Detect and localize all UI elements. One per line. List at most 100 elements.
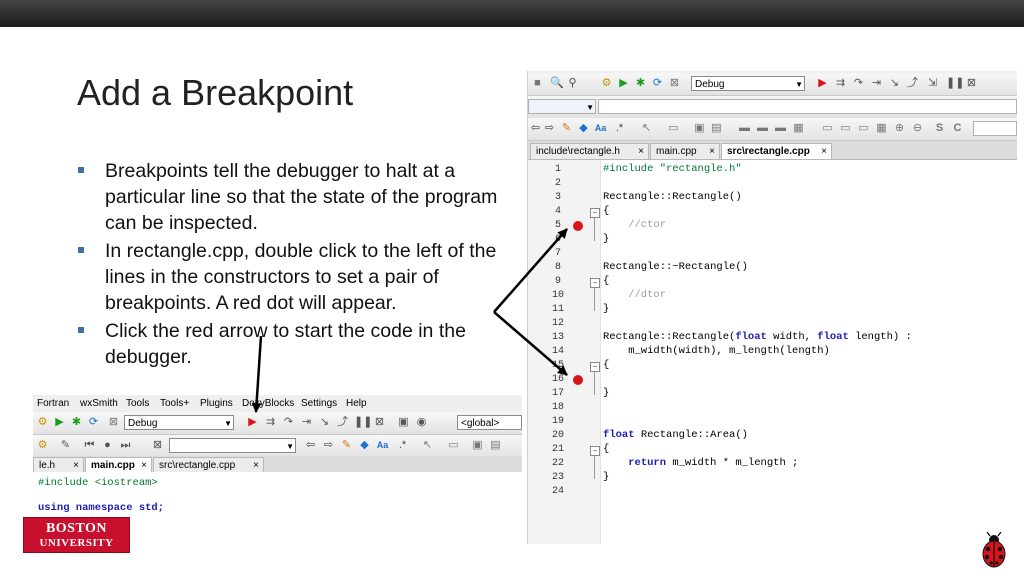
- abort-icon[interactable]: ⊠: [668, 77, 681, 90]
- line-number[interactable]: 14: [546, 346, 570, 357]
- line-number[interactable]: 19: [546, 416, 570, 427]
- tab-main-cpp[interactable]: main.cpp ×: [650, 143, 720, 159]
- fold-toggle-icon[interactable]: −: [590, 362, 600, 372]
- build-target-select[interactable]: Debug ▼: [124, 415, 234, 430]
- forward-icon[interactable]: ⇨: [543, 122, 556, 135]
- build-target-select[interactable]: Debug ▼: [691, 76, 805, 91]
- jump-icon[interactable]: ⊠: [151, 439, 164, 452]
- debug-windows-icon[interactable]: ▣: [397, 416, 410, 429]
- highlight-icon[interactable]: ✎: [560, 122, 573, 135]
- line-number[interactable]: 17: [546, 388, 570, 399]
- wrench-icon[interactable]: ✎: [59, 439, 72, 452]
- line-number[interactable]: 7: [546, 248, 570, 259]
- line-number[interactable]: 6: [546, 234, 570, 245]
- regex-icon[interactable]: .*: [396, 439, 409, 452]
- run-icon[interactable]: ▶: [53, 416, 66, 429]
- button-2-icon[interactable]: ▭: [839, 122, 852, 135]
- image-icon[interactable]: ▣: [471, 439, 484, 452]
- build-run-icon[interactable]: ✱: [634, 77, 647, 90]
- layout-3-icon[interactable]: ▬: [774, 122, 787, 135]
- next-line-icon[interactable]: ↷: [852, 77, 865, 90]
- replace-icon[interactable]: ⚲: [566, 77, 579, 90]
- breakpoint-icon[interactable]: [573, 375, 583, 385]
- layout-2-icon[interactable]: ▬: [756, 122, 769, 135]
- stop-icon[interactable]: ⊠: [373, 416, 386, 429]
- menu-tools[interactable]: Tools: [126, 395, 149, 412]
- fold-toggle-icon[interactable]: −: [590, 278, 600, 288]
- line-number[interactable]: 15: [546, 360, 570, 371]
- back-icon[interactable]: ⇦: [304, 439, 317, 452]
- pointer-icon[interactable]: ↖: [640, 122, 653, 135]
- close-icon[interactable]: ×: [638, 144, 644, 160]
- line-number[interactable]: 2: [546, 178, 570, 189]
- build-icon[interactable]: ⚙: [36, 416, 49, 429]
- next-instruction-icon[interactable]: ⇥: [300, 416, 313, 429]
- line-number[interactable]: 18: [546, 402, 570, 413]
- symbol-select[interactable]: ▼: [169, 438, 296, 453]
- step-out-icon[interactable]: ⤴: [336, 416, 349, 429]
- first-icon[interactable]: ⏮: [83, 439, 96, 452]
- match-case-icon[interactable]: Aa: [594, 122, 607, 135]
- c-icon[interactable]: C: [951, 122, 964, 135]
- button-4-icon[interactable]: ▦: [875, 122, 888, 135]
- run-to-cursor-icon[interactable]: ⇉: [264, 416, 277, 429]
- rebuild-icon[interactable]: ⟳: [651, 77, 664, 90]
- step-into-icon[interactable]: ↘: [318, 416, 331, 429]
- line-number[interactable]: 23: [546, 472, 570, 483]
- highlight-icon[interactable]: ✎: [340, 439, 353, 452]
- debug-start-icon[interactable]: ▶: [816, 77, 829, 90]
- fold-toggle-icon[interactable]: −: [590, 208, 600, 218]
- build-run-icon[interactable]: ✱: [70, 416, 83, 429]
- image-icon[interactable]: ▣: [693, 122, 706, 135]
- step-into-icon[interactable]: ↘: [888, 77, 901, 90]
- s-icon[interactable]: S: [933, 122, 946, 135]
- next-instruction-icon[interactable]: ⇥: [870, 77, 883, 90]
- build-icon[interactable]: ⚙: [600, 77, 613, 90]
- line-number[interactable]: 5: [546, 220, 570, 231]
- line-number[interactable]: 11: [546, 304, 570, 315]
- pointer-icon[interactable]: ↖: [421, 439, 434, 452]
- line-number[interactable]: 1: [546, 164, 570, 175]
- layout-1-icon[interactable]: ▬: [738, 122, 751, 135]
- menu-wxsmith[interactable]: wxSmith: [80, 395, 118, 412]
- close-icon[interactable]: ×: [821, 144, 827, 160]
- rect-icon[interactable]: ▭: [667, 122, 680, 135]
- line-number[interactable]: 12: [546, 318, 570, 329]
- menu-help[interactable]: Help: [346, 395, 367, 412]
- button-1-icon[interactable]: ▭: [821, 122, 834, 135]
- tab-rectangle-cpp[interactable]: src\rectangle.cpp ×: [153, 457, 264, 473]
- menu-plugins[interactable]: Plugins: [200, 395, 233, 412]
- gear-icon[interactable]: ⚙: [36, 439, 49, 452]
- menu-settings[interactable]: Settings: [301, 395, 337, 412]
- panel-icon[interactable]: ▤: [710, 122, 723, 135]
- last-icon[interactable]: ⏭: [119, 439, 132, 452]
- bookmark-icon[interactable]: ◆: [577, 122, 590, 135]
- find-icon[interactable]: 🔍: [550, 77, 564, 90]
- back-icon[interactable]: ⇦: [529, 122, 542, 135]
- tab-rectangle-h[interactable]: le.h ×: [33, 457, 84, 473]
- search-field[interactable]: [973, 121, 1017, 136]
- line-number[interactable]: 22: [546, 458, 570, 469]
- line-number[interactable]: 8: [546, 262, 570, 273]
- zoom-in-icon[interactable]: ⊕: [893, 122, 906, 135]
- line-number[interactable]: 16: [546, 374, 570, 385]
- step-out-icon[interactable]: ⤴: [906, 77, 919, 90]
- panel-icon[interactable]: ▤: [489, 439, 502, 452]
- abort-icon[interactable]: ⊠: [107, 416, 120, 429]
- line-number[interactable]: 3: [546, 192, 570, 203]
- run-icon[interactable]: ▶: [617, 77, 630, 90]
- menu-fortran[interactable]: Fortran: [37, 395, 69, 412]
- run-to-cursor-icon[interactable]: ⇉: [834, 77, 847, 90]
- regex-icon[interactable]: .*: [613, 122, 626, 135]
- rect-icon[interactable]: ▭: [447, 439, 460, 452]
- line-number[interactable]: 4: [546, 206, 570, 217]
- stop-icon[interactable]: ⊠: [965, 77, 978, 90]
- line-number[interactable]: 9: [546, 276, 570, 287]
- tab-rectangle-cpp[interactable]: src\rectangle.cpp ×: [721, 143, 832, 159]
- fold-toggle-icon[interactable]: −: [590, 446, 600, 456]
- button-3-icon[interactable]: ▭: [857, 122, 870, 135]
- code-editor[interactable]: #include <iostream> using namespace std;: [33, 472, 522, 514]
- pause-icon[interactable]: ❚❚: [946, 77, 964, 90]
- line-number[interactable]: 10: [546, 290, 570, 301]
- zoom-out-icon[interactable]: ⊖: [911, 122, 924, 135]
